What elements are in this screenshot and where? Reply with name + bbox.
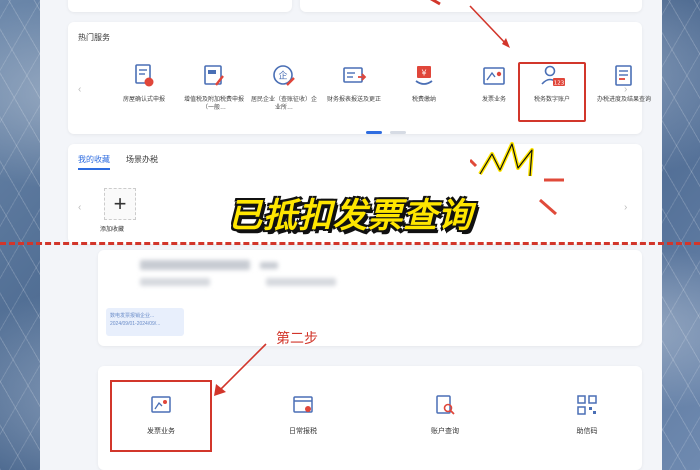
arrowhead xyxy=(502,38,510,48)
burst-icon xyxy=(470,142,564,216)
arrow-tail xyxy=(429,0,441,6)
arrow-to-invoice xyxy=(217,343,267,393)
app-screen: 热门服务 ‹ › 房屋确认式申报 增值税及附加税费申报（一般… 企 居民企业（查… xyxy=(40,0,662,470)
background-left xyxy=(0,0,40,470)
divider-dashed-line xyxy=(0,242,700,245)
overlay-caption: 已抵扣发票查询 xyxy=(228,197,473,235)
background-right xyxy=(660,0,700,470)
arrow-to-digital-account xyxy=(469,5,509,47)
step-two-label: 第二步 xyxy=(276,330,318,346)
